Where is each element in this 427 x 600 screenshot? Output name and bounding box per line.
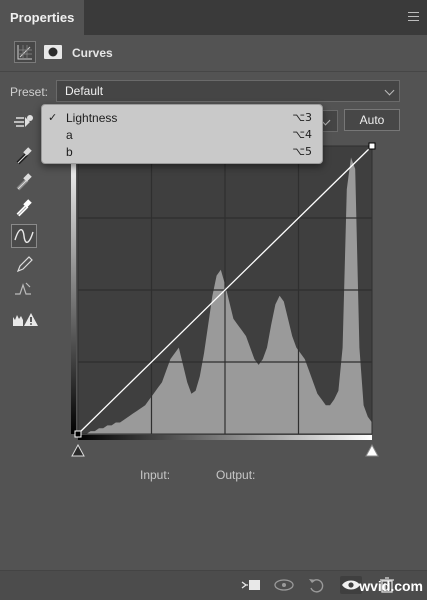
preset-select[interactable]: Default [56, 80, 400, 102]
channel-dropdown-menu: ✓ Lightness ⌥3 a ⌥4 b ⌥5 [41, 104, 323, 164]
pencil-draw-icon[interactable] [11, 252, 37, 276]
chevron-down-icon [384, 85, 395, 96]
view-previous-state-icon[interactable] [272, 576, 294, 594]
edit-points-curve-icon[interactable] [11, 224, 37, 248]
reset-adjustment-icon[interactable] [306, 576, 328, 594]
white-point-handle[interactable] [368, 142, 376, 150]
layer-mask-icon[interactable] [42, 41, 64, 63]
black-point-eyedropper-icon[interactable] [11, 144, 37, 168]
white-input-slider[interactable] [365, 443, 379, 457]
properties-tab[interactable]: Properties [0, 0, 84, 35]
auto-button[interactable]: Auto [344, 109, 400, 131]
checkmark-icon: ✓ [48, 112, 58, 124]
preset-value: Default [65, 84, 104, 98]
on-image-adjust-icon[interactable] [11, 110, 37, 134]
curves-graph[interactable] [70, 142, 376, 442]
gray-point-eyedropper-icon[interactable] [11, 170, 37, 194]
header-divider [0, 71, 427, 72]
panel-menu-icon[interactable] [408, 12, 419, 21]
output-label: Output: [216, 468, 256, 482]
output-gradient-bar [71, 146, 76, 434]
curves-adjustment-icon[interactable] [14, 41, 36, 63]
menu-item-b[interactable]: b ⌥5 [42, 144, 322, 161]
input-gradient-bar [78, 435, 372, 440]
clip-to-layer-icon[interactable] [240, 576, 262, 594]
white-point-eyedropper-icon[interactable] [11, 196, 37, 220]
smooth-curve-icon[interactable] [11, 278, 37, 302]
black-input-slider[interactable] [71, 443, 85, 457]
menu-item-lightness[interactable]: ✓ Lightness ⌥3 [42, 110, 322, 127]
clipping-warning-icon[interactable] [11, 308, 38, 332]
black-point-handle[interactable] [74, 430, 82, 438]
menu-item-a[interactable]: a ⌥4 [42, 127, 322, 144]
input-label: Input: [140, 468, 171, 482]
adjustment-title: Curves [72, 46, 113, 60]
preset-label: Preset: [10, 85, 49, 99]
watermark-text: wvid.com [359, 578, 423, 594]
